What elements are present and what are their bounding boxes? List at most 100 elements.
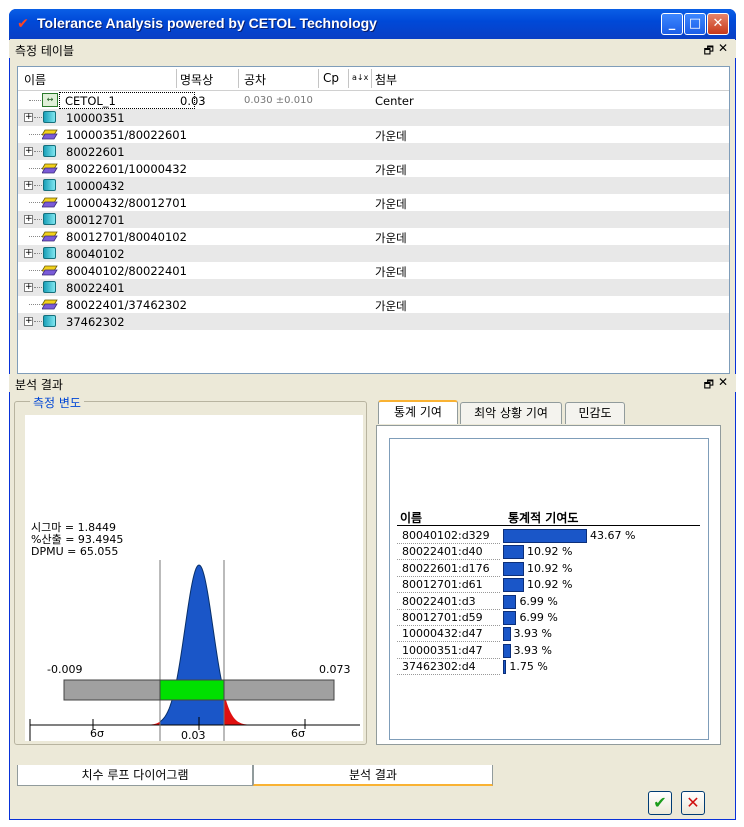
sort-icon[interactable]: a↓x	[352, 73, 368, 82]
contribution-value: 10.92 %	[527, 578, 573, 592]
close-window-button[interactable]: ✕	[707, 13, 729, 35]
row-name: 10000351	[66, 111, 125, 125]
contribution-value: 43.67 %	[590, 529, 636, 542]
contribution-name: 37462302:d4	[402, 660, 476, 674]
table-row[interactable]: ↔ CETOL_1 0.03 0.030 ±0.010 Center	[18, 92, 729, 109]
contribution-name: 80022401:d3	[402, 594, 476, 608]
right-sigma-label: 6σ	[291, 727, 305, 740]
dimension-icon: ↔	[42, 93, 58, 107]
tab-worst-case-contribution[interactable]: 최악 상황 기여	[460, 402, 562, 424]
col-tolerance-header[interactable]: 공차	[244, 71, 266, 88]
cancel-button[interactable]: ✕	[681, 791, 705, 815]
table-row[interactable]: +80022401	[18, 279, 729, 296]
row-attach: 가운데	[375, 299, 407, 313]
lsl-label: 0.02	[132, 739, 157, 741]
contribution-bar	[503, 529, 587, 543]
joint-icon	[42, 163, 58, 174]
maximize-button[interactable]: □	[684, 13, 706, 35]
expand-icon[interactable]: +	[24, 147, 33, 156]
table-row[interactable]: +10000351	[18, 109, 729, 126]
float-panel-icon[interactable]: 🗗	[704, 42, 714, 61]
part-icon	[43, 111, 56, 123]
results-panel-header: 분석 결과 🗗 ✕	[9, 374, 736, 392]
contribution-name: 10000351:d47	[402, 643, 483, 657]
contribution-value: 3.93 %	[513, 643, 552, 657]
ok-button[interactable]: ✔	[648, 791, 672, 815]
float-panel-icon[interactable]: 🗗	[704, 376, 714, 395]
tab-statistical-contribution[interactable]: 통계 기여	[378, 400, 458, 424]
table-header: 이름 명목상 공차 Cp a↓x 첨부	[18, 67, 729, 91]
row-attach: Center	[375, 94, 414, 108]
tab-dimension-loop-diagram[interactable]: 치수 루프 다이어그램	[17, 765, 253, 786]
usl-label: 0.04	[228, 739, 253, 741]
contrib-value-header: 통계적 기여도	[508, 511, 579, 525]
row-tolerance: 0.030 ±0.010	[244, 95, 313, 106]
contribution-bar	[503, 611, 517, 625]
part-icon	[43, 213, 56, 225]
contribution-value: 10.92 %	[527, 561, 573, 575]
table-row[interactable]: +80022601	[18, 143, 729, 160]
table-row[interactable]: 80040102/80022401 가운데	[18, 262, 729, 279]
tab-sensitivity[interactable]: 민감도	[565, 402, 625, 424]
expand-icon[interactable]: +	[24, 181, 33, 190]
measure-table: 이름 명목상 공차 Cp a↓x 첨부 ↔ CETOL_1 0.03 0.030 ±0…	[17, 66, 730, 374]
minimize-button[interactable]: _	[661, 13, 683, 35]
results-panel-title: 분석 결과	[15, 378, 63, 392]
upper-range-label: 0.073	[319, 663, 351, 676]
row-name: 10000432	[66, 179, 125, 193]
row-name: 80012701/80040102	[66, 230, 187, 244]
row-name: CETOL_1	[65, 94, 116, 108]
joint-icon	[42, 299, 58, 310]
contribution-bar	[503, 545, 524, 560]
col-nominal-header[interactable]: 명목상	[180, 71, 213, 88]
row-name: 80040102	[66, 247, 125, 261]
contribution-value: 3.93 %	[513, 627, 552, 641]
lower-range-label: -0.009	[47, 663, 82, 676]
table-row[interactable]: 10000351/80022601 가운데	[18, 126, 729, 143]
contribution-value: 6.99 %	[519, 594, 558, 608]
window-title: Tolerance Analysis powered by CETOL Tech…	[37, 15, 377, 31]
table-row[interactable]: +80012701	[18, 211, 729, 228]
expand-icon[interactable]: +	[24, 283, 33, 292]
close-panel-icon[interactable]: ✕	[718, 41, 728, 55]
part-icon	[43, 179, 56, 191]
part-icon	[43, 145, 56, 157]
table-row[interactable]: 10000432/80012701 가운데	[18, 194, 729, 211]
close-panel-icon[interactable]: ✕	[718, 375, 728, 389]
expand-icon[interactable]: +	[24, 215, 33, 224]
joint-icon	[42, 129, 58, 140]
col-cp-header[interactable]: Cp	[323, 71, 339, 85]
table-row[interactable]: +37462302	[18, 313, 729, 330]
table-row[interactable]: +10000432	[18, 177, 729, 194]
contribution-bar	[503, 643, 511, 658]
distribution-plot-area: 6σ 6σ 시그마 = 1.8449 %산출 = 93.4945 DPMU = 65.0…	[25, 415, 363, 752]
table-row[interactable]: +80040102	[18, 245, 729, 262]
table-row[interactable]: 80022401/37462302 가운데	[18, 296, 729, 313]
row-attach: 가운데	[375, 129, 407, 143]
part-icon	[43, 281, 56, 293]
contribution-value: 10.92 %	[527, 545, 573, 559]
row-name: 37462302	[66, 315, 125, 329]
row-name: 10000351/80022601	[66, 128, 187, 142]
tab-analysis-results[interactable]: 분석 결과	[253, 765, 493, 786]
row-name: 80022401	[66, 281, 125, 295]
row-name: 80022601	[66, 145, 125, 159]
contribution-name: 10000432:d47	[402, 627, 483, 641]
distribution-curve	[159, 564, 225, 726]
expand-icon[interactable]: +	[24, 317, 33, 326]
dpmu-stat: DPMU = 65.055	[31, 545, 118, 558]
contribution-bar	[503, 578, 524, 593]
measure-panel-header: 측정 테이블 🗗 ✕	[9, 40, 736, 58]
col-name-header[interactable]: 이름	[24, 71, 46, 88]
nominal-label: 0.03	[181, 729, 206, 741]
row-attach: 가운데	[375, 163, 407, 177]
in-spec-band	[159, 679, 225, 701]
col-attach-header[interactable]: 첨부	[375, 71, 397, 88]
part-icon	[43, 247, 56, 259]
table-row[interactable]: 80022601/10000432 가운데	[18, 160, 729, 177]
expand-icon[interactable]: +	[24, 249, 33, 258]
table-row[interactable]: 80012701/80040102 가운데	[18, 228, 729, 245]
contribution-name: 80022401:d40	[402, 545, 483, 559]
title-bar: ✔ Tolerance Analysis powered by CETOL Te…	[9, 9, 736, 39]
expand-icon[interactable]: +	[24, 113, 33, 122]
